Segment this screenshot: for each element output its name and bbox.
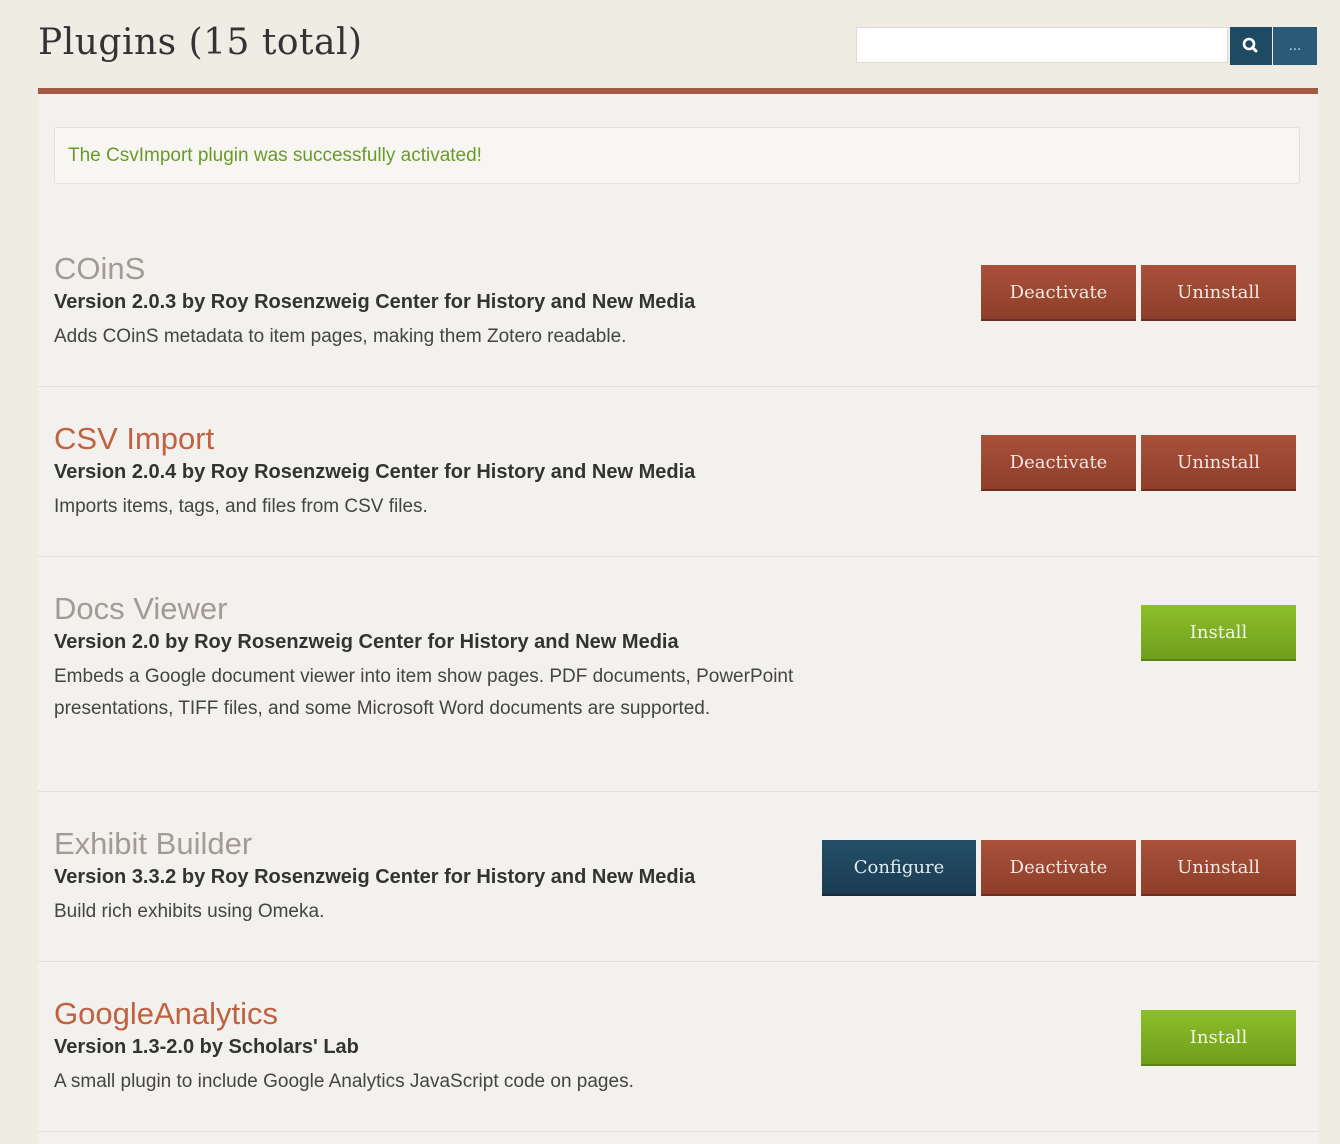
plugin-version: Version 2.0 by Roy Rosenzweig Center for… xyxy=(54,631,679,653)
plugin-name: GoogleAnalytics xyxy=(54,996,279,1031)
plugin-description: Embeds a Google document viewer into ite… xyxy=(54,666,794,719)
plugin-csv-import: CSV Import Version 2.0.4 by Roy Rosenzwe… xyxy=(38,387,1318,557)
uninstall-button[interactable]: Uninstall xyxy=(1141,435,1296,491)
plugin-docs-viewer: Docs Viewer Version 2.0 by Roy Rosenzwei… xyxy=(38,557,1318,792)
page-title: Plugins (15 total) xyxy=(38,22,363,63)
plugin-version: Version 1.3-2.0 by Scholars' Lab xyxy=(54,1036,359,1058)
search-icon xyxy=(1242,37,1258,53)
success-message: The CsvImport plugin was successfully ac… xyxy=(54,127,1300,184)
plugin-version: Version 2.0.4 by Roy Rosenzweig Center f… xyxy=(54,461,696,483)
deactivate-button[interactable]: Deactivate xyxy=(981,265,1136,321)
plugin-name: Docs Viewer xyxy=(54,591,228,626)
plugin-coins: COinS Version 2.0.3 by Roy Rosenzweig Ce… xyxy=(38,209,1318,387)
plugin-name: CSV Import xyxy=(54,421,215,456)
plugin-version: Version 3.3.2 by Roy Rosenzweig Center f… xyxy=(54,866,696,888)
install-button[interactable]: Install xyxy=(1141,605,1296,661)
search-button[interactable] xyxy=(1230,27,1272,65)
configure-button[interactable]: Configure xyxy=(822,840,976,896)
deactivate-button[interactable]: Deactivate xyxy=(981,435,1136,491)
plugin-version: Version 2.0.3 by Roy Rosenzweig Center f… xyxy=(54,291,696,313)
plugin-exhibit-builder: Exhibit Builder Version 3.3.2 by Roy Ros… xyxy=(38,792,1318,962)
plugin-description: Adds COinS metadata to item pages, makin… xyxy=(54,326,627,347)
header-bar: Plugins (15 total) ... xyxy=(0,0,1340,90)
deactivate-button[interactable]: Deactivate xyxy=(981,840,1136,896)
uninstall-button[interactable]: Uninstall xyxy=(1141,840,1296,896)
plugin-description: Build rich exhibits using Omeka. xyxy=(54,901,325,922)
plugin-description: Imports items, tags, and files from CSV … xyxy=(54,496,428,517)
plugin-description: A small plugin to include Google Analyti… xyxy=(54,1071,634,1092)
plugins-list: The CsvImport plugin was successfully ac… xyxy=(38,94,1318,1144)
plugin-name: COinS xyxy=(54,251,146,286)
advanced-search-button[interactable]: ... xyxy=(1273,27,1317,65)
uninstall-button[interactable]: Uninstall xyxy=(1141,265,1296,321)
plugin-googleanalytics: GoogleAnalytics Version 1.3-2.0 by Schol… xyxy=(38,962,1318,1132)
install-button[interactable]: Install xyxy=(1141,1010,1296,1066)
plugin-name: Exhibit Builder xyxy=(54,826,253,861)
search-input[interactable] xyxy=(856,27,1228,63)
